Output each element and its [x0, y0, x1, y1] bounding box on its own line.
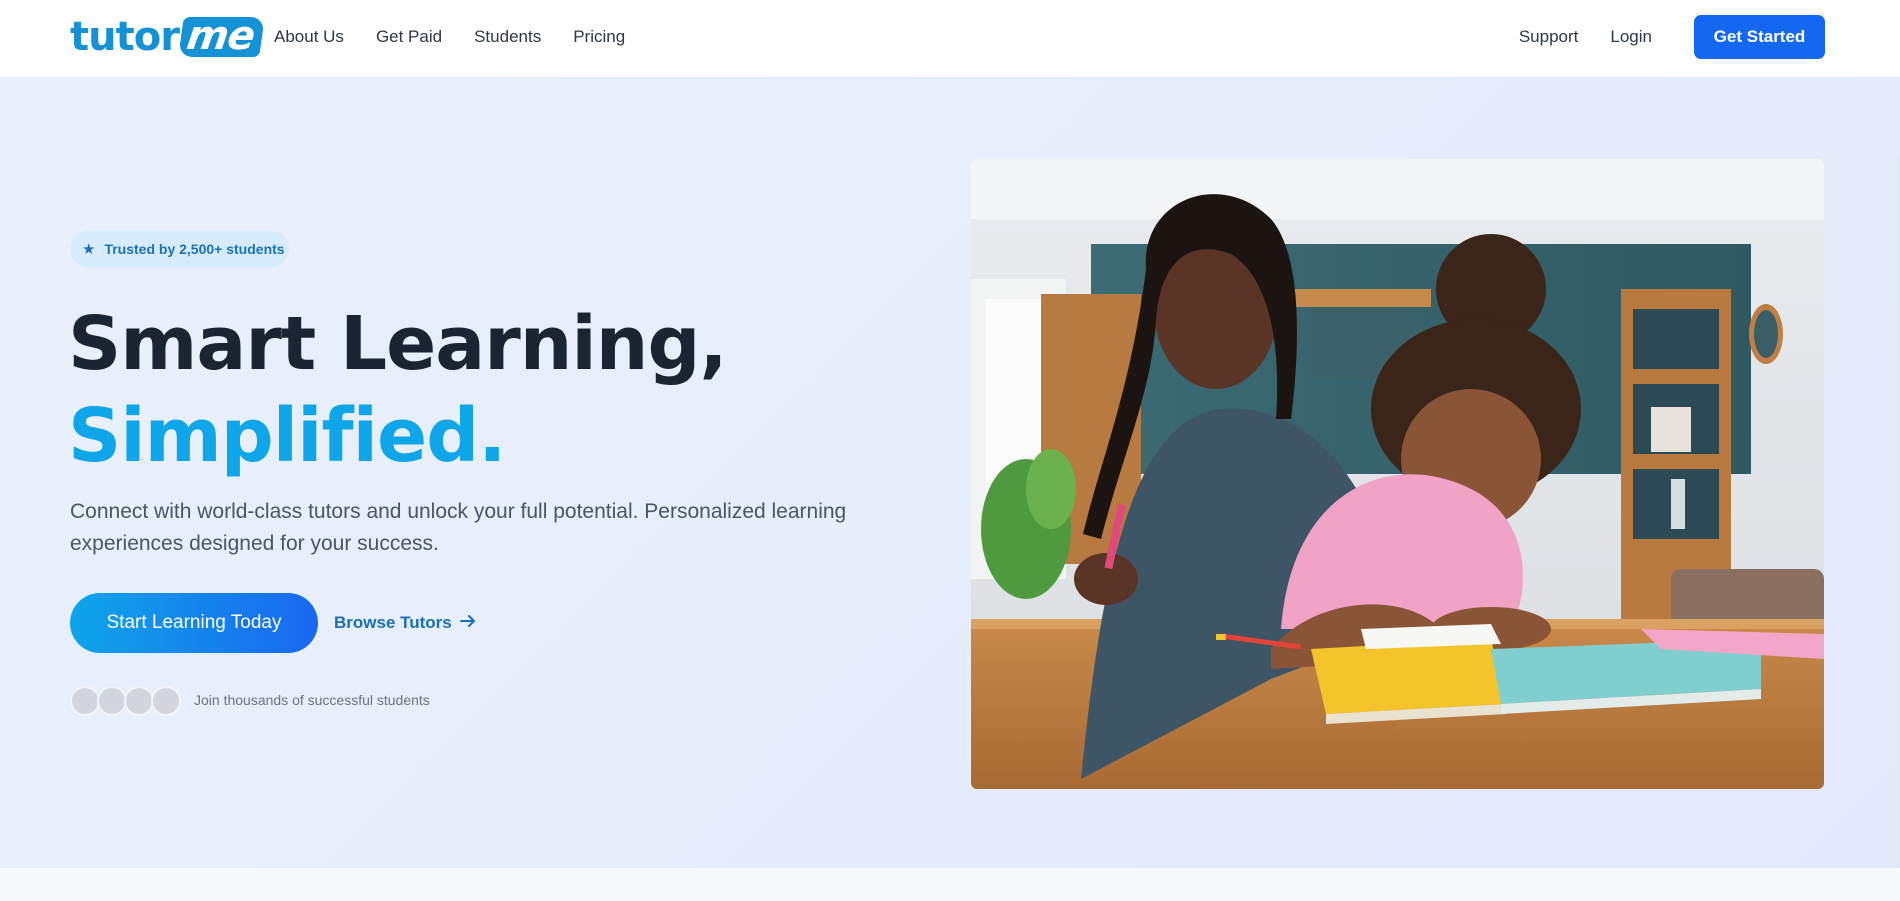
nav-students[interactable]: Students	[474, 27, 541, 47]
start-learning-button[interactable]: Start Learning Today	[70, 593, 318, 653]
trust-badge-label: Trusted by 2,500+ students	[104, 241, 285, 257]
hero-headline: Smart Learning, Simplified.	[68, 298, 728, 482]
main-nav: About Us Get Paid Students Pricing	[274, 0, 625, 74]
nav-pricing[interactable]: Pricing	[573, 27, 625, 47]
arrow-right-icon	[459, 613, 476, 633]
logo-text-me: me	[178, 13, 265, 59]
avatar	[124, 686, 154, 716]
avatar-stack	[70, 686, 181, 716]
browse-tutors-label: Browse Tutors	[334, 613, 452, 632]
hero-subtext: Connect with world-class tutors and unlo…	[70, 500, 847, 555]
avatar	[97, 686, 127, 716]
hero-section: ★ Trusted by 2,500+ students Smart Learn…	[0, 78, 1900, 901]
nav-login[interactable]: Login	[1610, 27, 1652, 47]
brand-logo[interactable]: tutor me	[70, 13, 265, 60]
star-icon: ★	[82, 241, 96, 258]
nav-support[interactable]: Support	[1519, 27, 1579, 47]
browse-tutors-link[interactable]: Browse Tutors	[334, 593, 476, 653]
nav-get-paid[interactable]: Get Paid	[376, 27, 442, 47]
headline-line-1: Smart Learning,	[68, 301, 728, 387]
headline-line-2: Simplified.	[68, 393, 506, 479]
hero-photo	[971, 159, 1824, 789]
trust-badge: ★ Trusted by 2,500+ students	[70, 231, 289, 267]
avatar	[70, 686, 100, 716]
header-actions: Support Login Get Started	[1519, 0, 1825, 74]
avatar	[151, 686, 181, 716]
get-started-button[interactable]: Get Started	[1694, 15, 1825, 59]
social-proof-text: Join thousands of successful students	[194, 692, 430, 708]
logo-text-tutor: tutor	[70, 14, 180, 60]
site-header: tutor me About Us Get Paid Students Prici…	[0, 0, 1900, 78]
nav-about-us[interactable]: About Us	[274, 27, 344, 47]
next-section-edge	[0, 868, 1900, 901]
